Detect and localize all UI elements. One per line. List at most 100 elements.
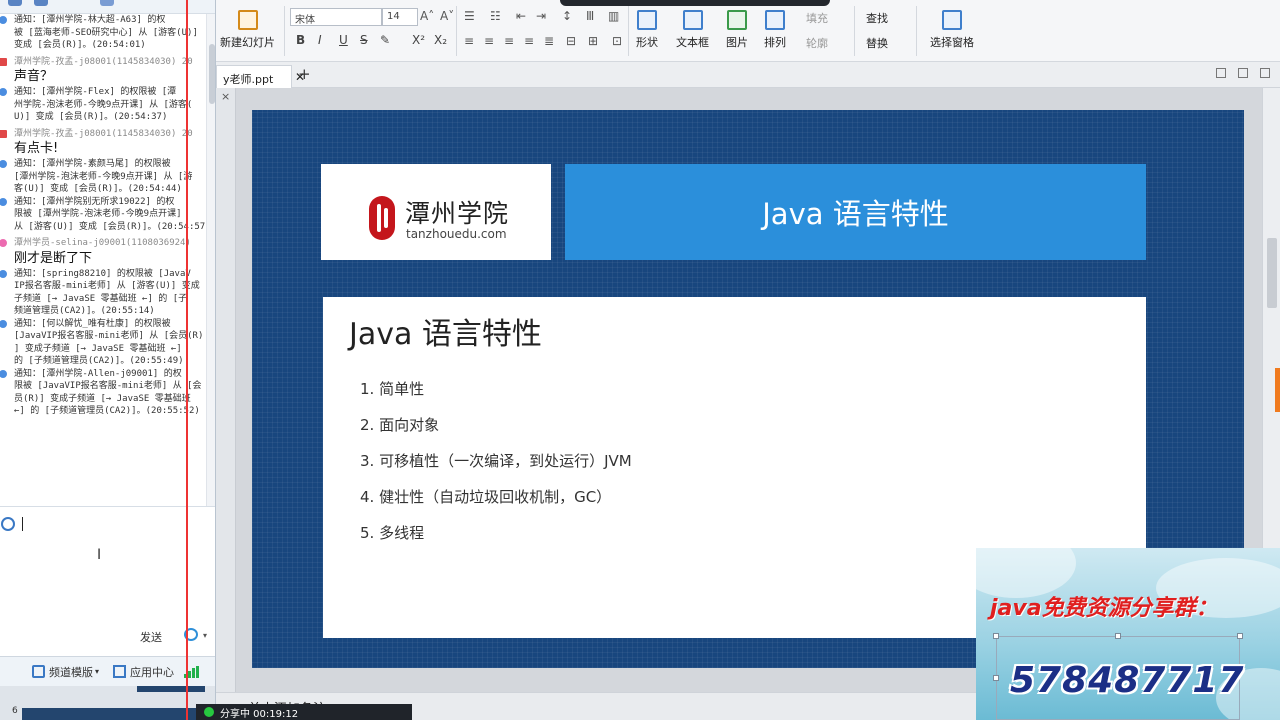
list-item: 3. 可移植性（一次编译，到处运行）JVM (360, 452, 632, 470)
selection-pane-button[interactable]: 选择窗格 (930, 10, 974, 50)
logo-name: 潭州学院 (405, 199, 510, 228)
send-button[interactable]: 发送 (140, 629, 162, 645)
resize-handle[interactable] (1115, 633, 1121, 639)
chat-header (0, 0, 215, 14)
distribute-icon[interactable]: ≣ (544, 34, 554, 48)
slide-title-box[interactable]: Java 语言特性 (565, 164, 1146, 260)
school-seal-icon (369, 196, 395, 240)
textbox-button[interactable]: 文本框 (676, 10, 709, 50)
document-tab-label: y老师.ppt (223, 73, 274, 86)
arrange-button[interactable]: 排列 (764, 10, 786, 50)
app-center-button[interactable]: 应用中心 (113, 664, 174, 680)
footer-number: 6 (12, 706, 18, 716)
info-icon (0, 197, 7, 206)
chat-sender: 潭州学院-孜孟-j08001(1145834030) 20 (0, 128, 206, 141)
superscript-button[interactable]: X² (412, 33, 425, 47)
indent-decrease-icon[interactable]: ⇤ (516, 9, 526, 23)
chat-input-area[interactable]: I 发送 ▾ (0, 506, 215, 656)
info-icon (0, 369, 7, 378)
picture-button[interactable]: 图片 (726, 10, 748, 50)
collapse-icon[interactable]: × (221, 90, 230, 103)
textbox-icon (682, 10, 703, 30)
resize-handle[interactable] (1237, 633, 1243, 639)
replace-button[interactable]: 替换 (866, 35, 888, 51)
chat-notice: 通知：[潭州学院-林大超-A63] 的权被 [蓝海老师-SEO研究中心] 从 [… (0, 14, 206, 52)
share-status[interactable]: 分享中 00:19:12 (196, 704, 412, 720)
resize-handle[interactable] (993, 675, 999, 681)
grow-font-icon[interactable]: A˄ (420, 9, 434, 23)
new-slide-label: 新建幻灯片 (220, 36, 275, 49)
chat-notice: 通知：[潭州学院-素颜马尾] 的权限被 [潭州学院-泡沫老师-今晚9点开课] 从 … (0, 158, 206, 196)
screen: 通知：[潭州学院-林大超-A63] 的权被 [蓝海老师-SEO研究中心] 从 [… (0, 0, 1280, 720)
chat-sender: 潭州学员-selina-j09001(1108036924) (0, 237, 206, 250)
columns-icon[interactable]: ▥ (608, 9, 619, 23)
chat-message-list[interactable]: 通知：[潭州学院-林大超-A63] 的权被 [蓝海老师-SEO研究中心] 从 [… (0, 14, 206, 506)
taskbar-item[interactable] (137, 686, 205, 692)
ibeam-cursor-icon: I (97, 547, 102, 563)
slide-title: Java 语言特性 (762, 197, 949, 231)
text-effect-icon[interactable]: ⊡ (612, 34, 622, 48)
align-center-icon[interactable]: ≡ (484, 34, 494, 48)
fill-button[interactable]: 填充 (806, 10, 828, 26)
chat-notice-line: U)] 变成 [会员(R)]。(20:54:37) (14, 112, 168, 122)
new-tab-button[interactable]: + (298, 65, 311, 83)
line-spacing-icon[interactable]: ↕ (562, 9, 572, 23)
underline-button[interactable]: U (339, 33, 348, 47)
chat-tool-icon[interactable] (100, 0, 114, 6)
find-button[interactable]: 查找 (866, 10, 888, 26)
chat-panel: 通知：[潭州学院-林大超-A63] 的权被 [蓝海老师-SEO研究中心] 从 [… (0, 0, 216, 720)
outline-button[interactable]: 轮廓 (806, 35, 828, 51)
subscript-button[interactable]: X₂ (434, 33, 447, 47)
text-direction-icon[interactable]: Ⅲ (586, 9, 594, 23)
char-spacing-icon[interactable]: ✎ (380, 33, 390, 47)
chat-notice-line: 员(R)] 变成子频道 [→ JavaSE 零基础班 (14, 393, 191, 404)
chat-notice-line: 被 [蓝海老师-SEO研究中心] 从 [游客(U)] (14, 27, 198, 38)
channel-mode-button[interactable]: 频道模版 ▾ (32, 664, 99, 680)
chat-tool-icon[interactable] (34, 0, 48, 6)
workspace-scroll-thumb[interactable] (1267, 238, 1277, 308)
emoji-icon[interactable] (1, 517, 15, 531)
align-left-icon[interactable]: ≡ (464, 34, 474, 48)
chat-scroll-thumb[interactable] (209, 44, 215, 104)
chat-notice: 通知：[潭州学院-Allen-j09001] 的权 限被 [JavaVIP报名客服… (0, 368, 206, 418)
text-caret (22, 517, 23, 531)
chevron-down-icon[interactable]: ▾ (203, 631, 207, 640)
resize-handle[interactable] (993, 633, 999, 639)
recording-control-bar[interactable] (560, 0, 830, 6)
align-right-icon[interactable]: ≡ (504, 34, 514, 48)
thumbnail-panel[interactable]: × (216, 88, 236, 692)
italic-button[interactable]: I (318, 33, 322, 47)
share-timer: 分享中 00:19:12 (220, 708, 299, 720)
feature-list: 1. 简单性 2. 面向对象 3. 可移植性（一次编译，到处运行）JVM 4. … (360, 379, 632, 559)
taskbar-item[interactable] (22, 708, 207, 720)
align-text-icon[interactable]: ⊟ (566, 34, 576, 48)
restore-icon[interactable] (1216, 68, 1226, 78)
chat-notice-line: 限被 [潭州学院-泡沫老师-今晚9点开课] (14, 209, 182, 219)
bold-button[interactable]: B (296, 33, 305, 47)
document-tab[interactable]: y老师.ppt ✕ (216, 65, 305, 88)
bullet-list-icon[interactable]: ☰ (464, 9, 475, 23)
justify-icon[interactable]: ≡ (524, 34, 534, 48)
numbered-list-icon[interactable]: ☷ (490, 9, 501, 23)
sharing-indicator-icon (204, 707, 214, 717)
chat-sender-name: 潭州学院-孜孟-j08001(1145834030) 20 (14, 128, 193, 139)
chat-tool-icon[interactable] (8, 0, 22, 6)
font-size-select[interactable]: 14 (382, 8, 418, 26)
strikethrough-button[interactable]: S (360, 33, 368, 47)
shape-button[interactable]: 形状 (636, 10, 658, 50)
selection-pane-icon (942, 10, 962, 30)
maximize-icon[interactable] (1238, 68, 1248, 78)
chat-sender: 潭州学院-孜孟-j08001(1145834030) 20 (0, 56, 206, 69)
side-tab[interactable] (1275, 368, 1280, 412)
shrink-font-icon[interactable]: A˅ (440, 9, 454, 23)
close-window-icon[interactable] (1260, 68, 1270, 78)
font-name-select[interactable]: 宋体 (290, 8, 382, 26)
chat-notice-line: 州学院-泡沫老师-今晚9点开课] 从 [游客( (14, 99, 193, 110)
new-slide-button[interactable]: 新建幻灯片 (220, 10, 275, 50)
chat-scrollbar[interactable] (206, 14, 215, 506)
indent-increase-icon[interactable]: ⇥ (536, 9, 546, 23)
chat-notice-line: 通知：[潭州学院-Allen-j09001] 的权 (14, 368, 182, 379)
smart-art-icon[interactable]: ⊞ (588, 34, 598, 48)
chat-sender-name: 潭州学院-孜孟-j08001(1145834030) 20 (14, 56, 193, 67)
chat-notice-line: 的 [子频道管理员(CA2)]。(20:55:49) (14, 356, 184, 366)
